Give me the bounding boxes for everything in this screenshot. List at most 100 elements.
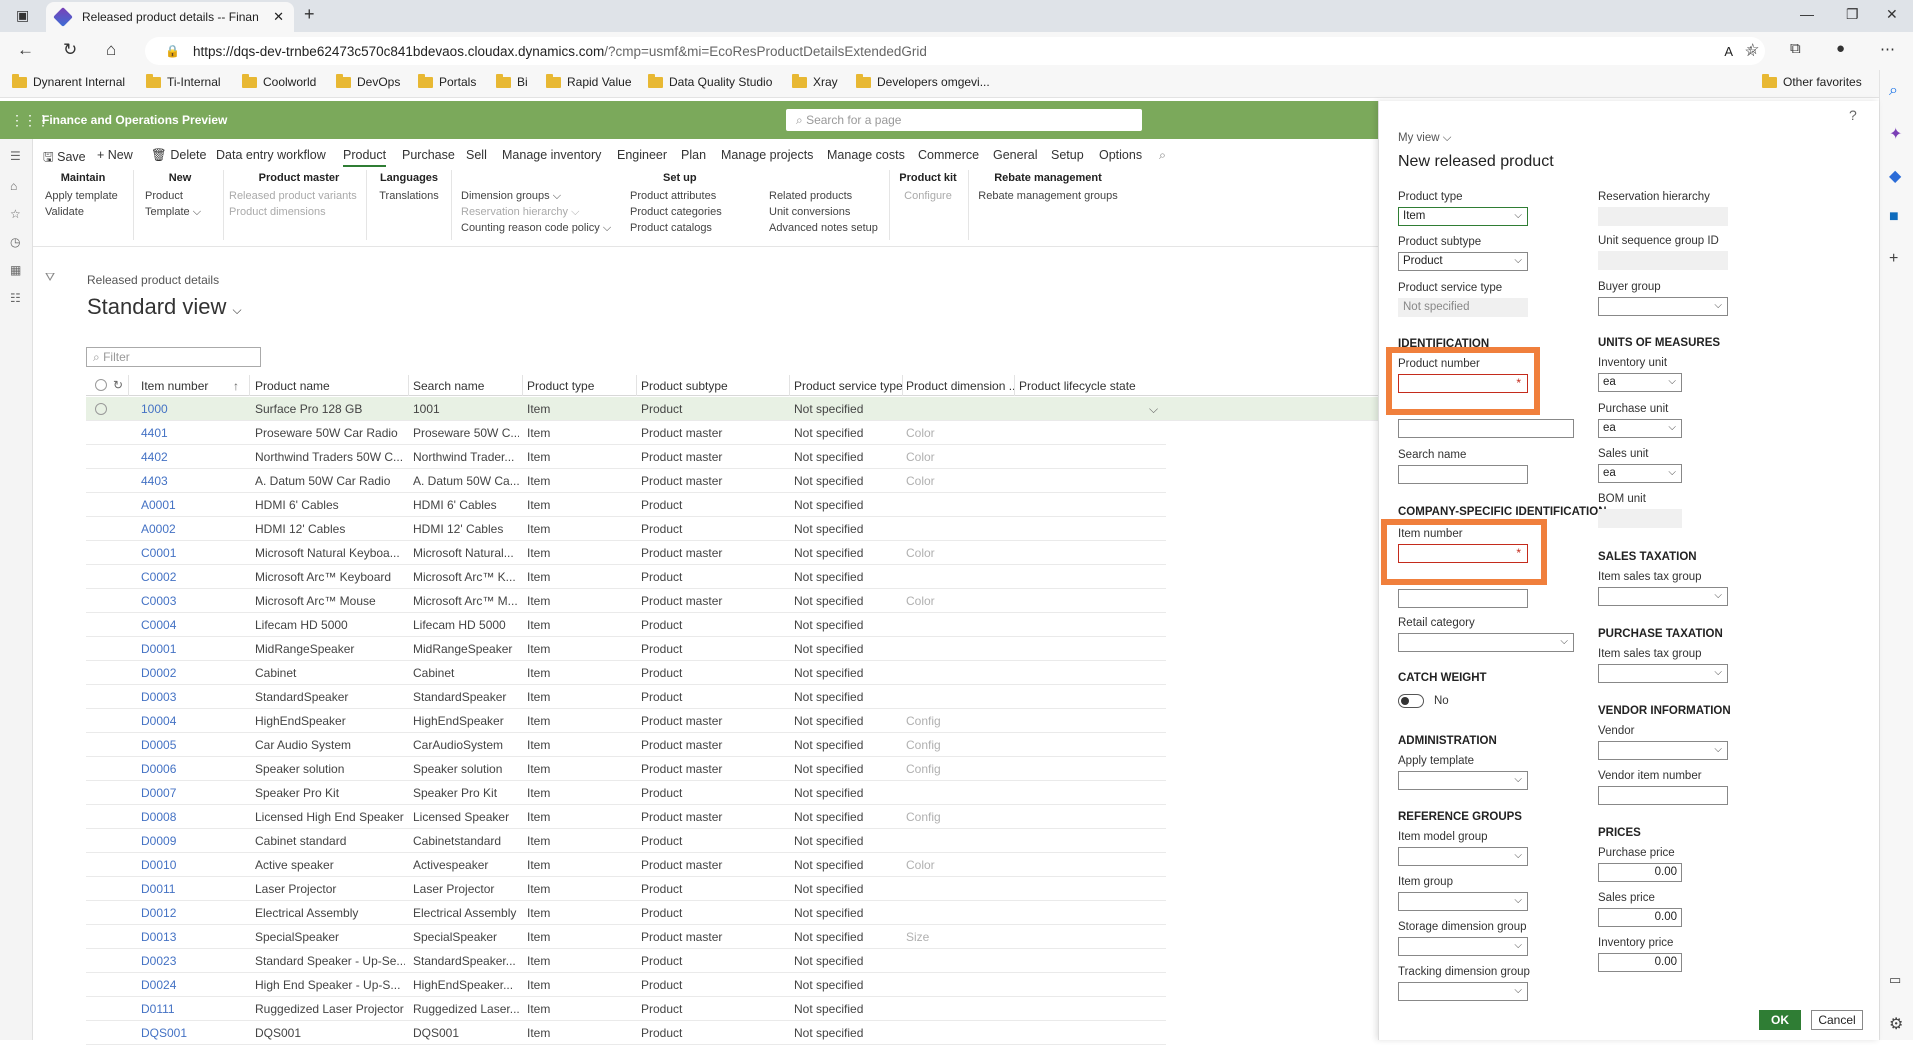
tab-manage-projects[interactable]: Manage projects (721, 148, 813, 162)
col-search-name[interactable]: Search name (413, 379, 503, 393)
retail-category-select[interactable]: ⌵ (1398, 633, 1574, 652)
new-button[interactable]: + New (97, 148, 133, 162)
my-view-selector[interactable]: My view ⌵ (1398, 132, 1451, 145)
item-number-link[interactable]: D0003 (141, 690, 241, 704)
sales-item-tax-group-select[interactable]: ⌵ (1598, 587, 1728, 606)
tab-engineer[interactable]: Engineer (617, 148, 667, 162)
item-number-link[interactable]: D0011 (141, 882, 241, 896)
released-product-variants-button[interactable]: Released product variants (229, 188, 369, 204)
product-dimensions-button[interactable]: Product dimensions (229, 204, 369, 220)
copilot-icon[interactable]: ✦ (1889, 124, 1902, 144)
inventory-unit-select[interactable]: ea ⌵ (1598, 373, 1682, 392)
cancel-button[interactable]: Cancel (1811, 1010, 1863, 1030)
item-group-select[interactable]: ⌵ (1398, 892, 1528, 911)
page-search-input[interactable]: ⌕ Search for a page (786, 109, 1142, 131)
configure-button[interactable]: Configure (895, 188, 961, 204)
table-row[interactable]: ⌵ 1000 Surface Pro 128 GB 1001 Item Product No… (86, 397, 1378, 421)
table-row[interactable]: 4401 Proseware 50W Car Radio Proseware 50W… (86, 421, 1166, 445)
restore-icon[interactable]: ❐ (1846, 6, 1859, 23)
outlook-icon[interactable]: ■ (1889, 208, 1899, 226)
modules-icon[interactable]: ☷ (10, 291, 21, 305)
add-icon[interactable]: + (1889, 250, 1898, 268)
home-icon[interactable]: ⌂ (10, 179, 17, 193)
product-type-select[interactable]: Item ⌵ (1398, 207, 1528, 226)
unit-conversions-button[interactable]: Unit conversions (769, 204, 878, 220)
browser-tab[interactable]: Released product details -- Finan ✕ (46, 2, 294, 32)
translations-button[interactable]: Translations (373, 188, 445, 204)
product-subtype-select[interactable]: Product ⌵ (1398, 252, 1528, 271)
tab-sell[interactable]: Sell (466, 148, 487, 162)
item-number-link[interactable]: D0001 (141, 642, 241, 656)
catch-weight-toggle[interactable] (1398, 694, 1424, 708)
refresh-icon[interactable]: ↻ (63, 40, 77, 60)
item-number-link[interactable]: D0004 (141, 714, 241, 728)
advanced-notes-setup-button[interactable]: Advanced notes setup (769, 220, 878, 236)
table-row[interactable]: C0001 Microsoft Natural Keyboa... Microsof… (86, 541, 1166, 565)
tab-actions-icon[interactable]: ▣ (16, 7, 29, 24)
favorite-folder[interactable]: Ti-Internal (146, 73, 221, 89)
table-row[interactable]: C0004 Lifecam HD 5000 Lifecam HD 5000 Item P… (86, 613, 1166, 637)
tracking-dimension-group-select[interactable]: ⌵ (1398, 982, 1528, 1001)
table-row[interactable]: C0002 Microsoft Arc™ Keyboard Microsoft Ar… (86, 565, 1166, 589)
item-number-link[interactable]: C0001 (141, 546, 241, 560)
favorite-folder[interactable]: Bi (496, 73, 528, 89)
apply-template-select[interactable]: ⌵ (1398, 771, 1528, 790)
table-row[interactable]: D0008 Licensed High End Speaker Licensed S… (86, 805, 1166, 829)
table-row[interactable]: D0001 MidRangeSpeaker MidRangeSpeaker Item P… (86, 637, 1166, 661)
vendor-select[interactable]: ⌵ (1598, 741, 1728, 760)
tools-icon[interactable]: ◆ (1889, 166, 1901, 186)
table-row[interactable]: A0002 HDMI 12' Cables HDMI 12' Cables Item P… (86, 517, 1166, 541)
item-number-link[interactable]: D0006 (141, 762, 241, 776)
item-name-input[interactable] (1398, 589, 1528, 608)
col-item-number[interactable]: Item number (141, 379, 231, 393)
reservation-hierarchy-button[interactable]: Reservation hierarchy ⌵ (461, 204, 611, 220)
sales-unit-select[interactable]: ea ⌵ (1598, 464, 1682, 483)
search-icon[interactable]: ⌕ (1889, 82, 1898, 100)
tab-purchase[interactable]: Purchase (402, 148, 455, 162)
new-tab-icon[interactable]: + (304, 4, 315, 25)
rebate-management-groups-button[interactable]: Rebate management groups (973, 188, 1123, 204)
tab-product[interactable]: Product (343, 148, 387, 167)
table-row[interactable]: C0003 Microsoft Arc™ Mouse Microsoft Arc™ … (86, 589, 1166, 613)
search-name-input[interactable] (1398, 465, 1528, 484)
workspaces-icon[interactable]: ▦ (10, 263, 21, 277)
save-button[interactable]: 🖫 Save (43, 148, 86, 169)
item-number-link[interactable]: 4401 (141, 426, 241, 440)
item-number-link[interactable]: D0010 (141, 858, 241, 872)
recent-icon[interactable]: ◷ (10, 235, 20, 249)
inventory-price-input[interactable]: 0.00 (1598, 953, 1682, 972)
item-number-link[interactable]: D0024 (141, 978, 241, 992)
new-template-button[interactable]: Template ⌵ (145, 204, 215, 220)
select-all-radio[interactable] (95, 379, 107, 391)
refresh-icon[interactable]: ↻ (113, 378, 123, 392)
item-number-link[interactable]: C0002 (141, 570, 241, 584)
item-number-link[interactable]: D0009 (141, 834, 241, 848)
col-product-lifecycle-state[interactable]: Product lifecycle state (1019, 379, 1169, 393)
row-select-radio[interactable] (95, 403, 107, 415)
sidebar-toggle-icon[interactable]: ▭ (1889, 972, 1901, 988)
item-number-link[interactable]: D0012 (141, 906, 241, 920)
read-aloud-icon[interactable]: A (1724, 44, 1733, 59)
favorite-folder[interactable]: Xray (792, 73, 838, 89)
view-selector[interactable]: Standard view ⌵ (87, 294, 242, 320)
table-row[interactable]: D0012 Electrical Assembly Electrical Assem… (86, 901, 1166, 925)
product-attributes-button[interactable]: Product attributes (630, 188, 722, 204)
item-number-link[interactable]: D0005 (141, 738, 241, 752)
table-row[interactable]: D0004 HighEndSpeaker HighEndSpeaker Item Pro… (86, 709, 1166, 733)
favorite-folder[interactable]: Portals (418, 73, 476, 89)
product-categories-button[interactable]: Product categories (630, 204, 722, 220)
vendor-item-number-input[interactable] (1598, 786, 1728, 805)
hamburger-icon[interactable]: ☰ (10, 149, 21, 163)
grid-filter-input[interactable]: ⌕ Filter (86, 347, 261, 367)
table-row[interactable]: D0023 Standard Speaker - Up-Se... Standard… (86, 949, 1166, 973)
table-row[interactable]: D0005 Car Audio System CarAudioSystem Item P… (86, 733, 1166, 757)
tab-data-entry-workflow[interactable]: Data entry workflow (216, 148, 326, 162)
close-tab-icon[interactable]: ✕ (273, 9, 284, 25)
search-icon[interactable]: ⌕ (1159, 148, 1166, 163)
table-row[interactable]: 4403 A. Datum 50W Car Radio A. Datum 50W C… (86, 469, 1166, 493)
item-number-link[interactable]: D0013 (141, 930, 241, 944)
tab-plan[interactable]: Plan (681, 148, 706, 162)
col-product-subtype[interactable]: Product subtype (641, 379, 781, 393)
favorite-folder[interactable]: Coolworld (242, 73, 316, 89)
purchase-item-tax-group-select[interactable]: ⌵ (1598, 664, 1728, 683)
